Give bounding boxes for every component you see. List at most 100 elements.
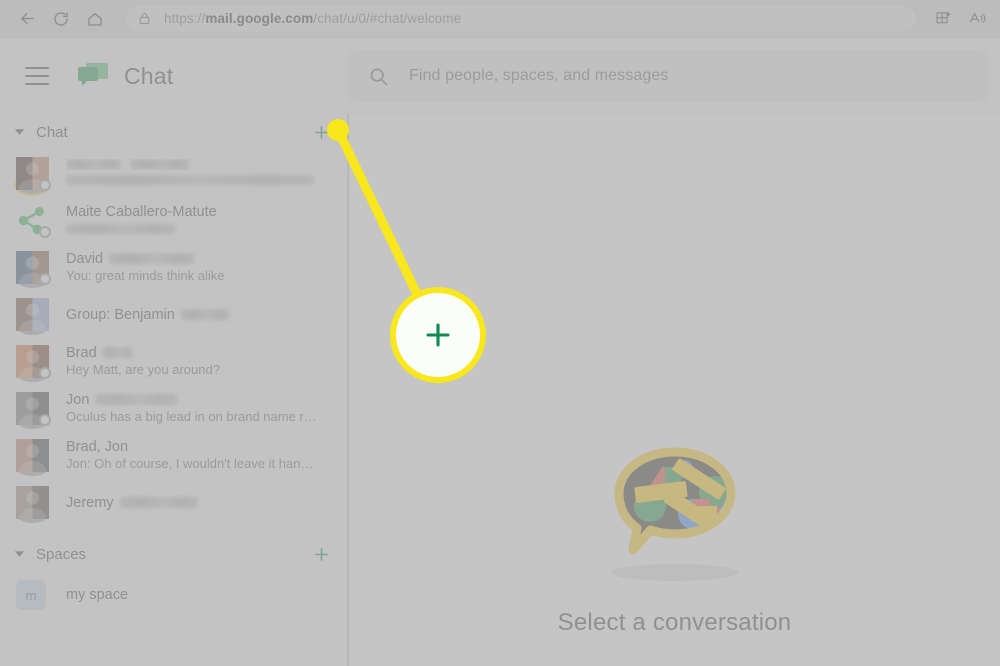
new-space-plus-icon[interactable]: [309, 542, 333, 566]
avatar: [16, 439, 49, 476]
dimmed-screenshot-layer: https://mail.google.com/chat/u/0/#chat/w…: [0, 0, 1000, 666]
add-to-collections-icon[interactable]: [926, 4, 960, 34]
status-indicator: [39, 414, 51, 426]
avatar-photo: [16, 486, 49, 523]
space-name: my space: [66, 587, 129, 603]
chat-section-header[interactable]: Chat: [0, 114, 347, 150]
conversation-text: Brad Hey Matt, are you around?: [66, 345, 337, 379]
conversation-preview-line: [66, 171, 314, 186]
app-root: https://mail.google.com/chat/u/0/#chat/w…: [0, 0, 1000, 666]
avatar: [16, 486, 49, 523]
conversation-title-line: David: [66, 251, 337, 267]
conversation-title-line: Jeremy: [66, 495, 337, 511]
conversation-preview-line: Jon: Oh of course, I wouldn't leave it h…: [66, 456, 313, 471]
conversation-title-line: Maite Caballero-Matute: [66, 204, 337, 220]
address-bar[interactable]: https://mail.google.com/chat/u/0/#chat/w…: [126, 5, 916, 32]
space-avatar: m: [16, 580, 46, 610]
conversation-row[interactable]: David You: great minds think alike: [0, 244, 347, 291]
search-icon: [368, 66, 389, 87]
redacted-name: [119, 497, 198, 508]
redacted-name: [66, 159, 121, 170]
spaces-section-label: Spaces: [36, 545, 87, 563]
conversation-row[interactable]: Jon Oculus has a big lead in on brand nam…: [0, 385, 347, 432]
conversation-preview: Jon: Oh of course, I wouldn't leave it h…: [66, 455, 314, 471]
redacted-name: [95, 394, 178, 405]
conversation-name: Brad, Jon: [66, 438, 129, 455]
plus-icon[interactable]: [421, 318, 455, 352]
browser-toolbar: https://mail.google.com/chat/u/0/#chat/w…: [0, 0, 1000, 38]
space-row[interactable]: m my space: [0, 572, 347, 618]
lock-icon: [138, 11, 151, 26]
main-content-panel: Select a conversation: [349, 114, 1000, 666]
home-icon[interactable]: [78, 4, 112, 34]
browser-actions: [926, 4, 1000, 34]
conversation-title-line: Brad, Jon: [66, 439, 337, 455]
conversation-name: Jon: [66, 391, 90, 408]
conversation-title-line: Group: Benjamin: [66, 307, 337, 323]
reload-icon[interactable]: [44, 4, 78, 34]
conversation-preview: Oculus has a big lead in on brand name r…: [66, 408, 317, 424]
avatar: [16, 298, 49, 335]
conversation-text: Jon Oculus has a big lead in on brand nam…: [66, 392, 337, 426]
conversation-row[interactable]: Maite Caballero-Matute: [0, 197, 347, 244]
url-text: https://mail.google.com/chat/u/0/#chat/w…: [164, 11, 462, 26]
conversation-row[interactable]: Brad Hey Matt, are you around?: [0, 338, 347, 385]
redacted-preview: [66, 224, 176, 235]
avatar: [16, 204, 51, 238]
conversation-row[interactable]: Group: Benjamin: [0, 291, 347, 338]
conversation-text: Group: Benjamin: [66, 307, 337, 323]
avatar: [16, 251, 51, 288]
caret-down-icon[interactable]: [10, 545, 28, 563]
read-aloud-icon[interactable]: [960, 4, 994, 34]
google-chat-logo-icon: [76, 61, 110, 91]
spaces-section-header[interactable]: Spaces: [0, 536, 347, 572]
status-indicator: [39, 226, 51, 238]
conversation-sidebar: Chat Maite Caballero-Matute David You: gre…: [0, 114, 348, 666]
status-indicator: [39, 179, 51, 191]
redacted-name: [109, 253, 196, 264]
conversation-list: Maite Caballero-Matute David You: great mi…: [0, 150, 347, 526]
hamburger-menu-icon[interactable]: [25, 67, 49, 85]
avatar: [16, 392, 51, 429]
spaces-list: m my space: [0, 572, 347, 618]
avatar: [16, 345, 51, 382]
chat-bubble-shapes-illustration: [614, 447, 735, 555]
illustration-shadow: [610, 564, 739, 581]
conversation-row[interactable]: [0, 150, 347, 197]
conversation-name: Group: Benjamin: [66, 306, 175, 323]
empty-state-text: Select a conversation: [557, 609, 792, 636]
search-input[interactable]: Find people, spaces, and messages: [348, 50, 988, 102]
avatar: [16, 157, 51, 194]
conversation-preview-line: [66, 221, 176, 236]
conversation-preview-line: Oculus has a big lead in on brand name r…: [66, 409, 317, 424]
conversation-row[interactable]: Jeremy: [0, 479, 347, 526]
conversation-title-line: Jon: [66, 392, 337, 408]
app-header: Chat Find people, spaces, and messages: [0, 38, 1000, 114]
search-placeholder: Find people, spaces, and messages: [409, 67, 669, 84]
conversation-title-line: Brad: [66, 345, 337, 361]
conversation-name: Maite Caballero-Matute: [66, 203, 217, 220]
status-indicator: [39, 367, 51, 379]
conversation-preview: Hey Matt, are you around?: [66, 361, 220, 377]
conversation-text: [66, 159, 337, 188]
conversation-preview-line: You: great minds think alike: [66, 268, 225, 283]
empty-state: Select a conversation: [349, 444, 1000, 637]
caret-down-icon[interactable]: [10, 123, 28, 141]
conversation-name: David: [66, 250, 104, 267]
back-arrow-icon[interactable]: [10, 4, 44, 34]
chat-section-label: Chat: [36, 123, 68, 141]
conversation-preview-line: Hey Matt, are you around?: [66, 362, 220, 377]
conversation-name: Jeremy: [66, 494, 114, 511]
redacted-name: [131, 159, 189, 170]
page-title: Chat: [124, 62, 174, 89]
callout-magnifier-new-chat[interactable]: [390, 287, 486, 383]
conversation-preview: You: great minds think alike: [66, 267, 225, 283]
redacted-name: [180, 309, 229, 320]
conversation-row[interactable]: Brad, Jon Jon: Oh of course, I wouldn't l…: [0, 432, 347, 479]
conversation-text: David You: great minds think alike: [66, 251, 337, 285]
conversation-text: Maite Caballero-Matute: [66, 204, 337, 238]
redacted-preview: [66, 174, 314, 185]
conversation-text: Brad, Jon Jon: Oh of course, I wouldn't l…: [66, 439, 337, 473]
avatar-photo: [16, 439, 49, 476]
redacted-name: [102, 347, 133, 358]
